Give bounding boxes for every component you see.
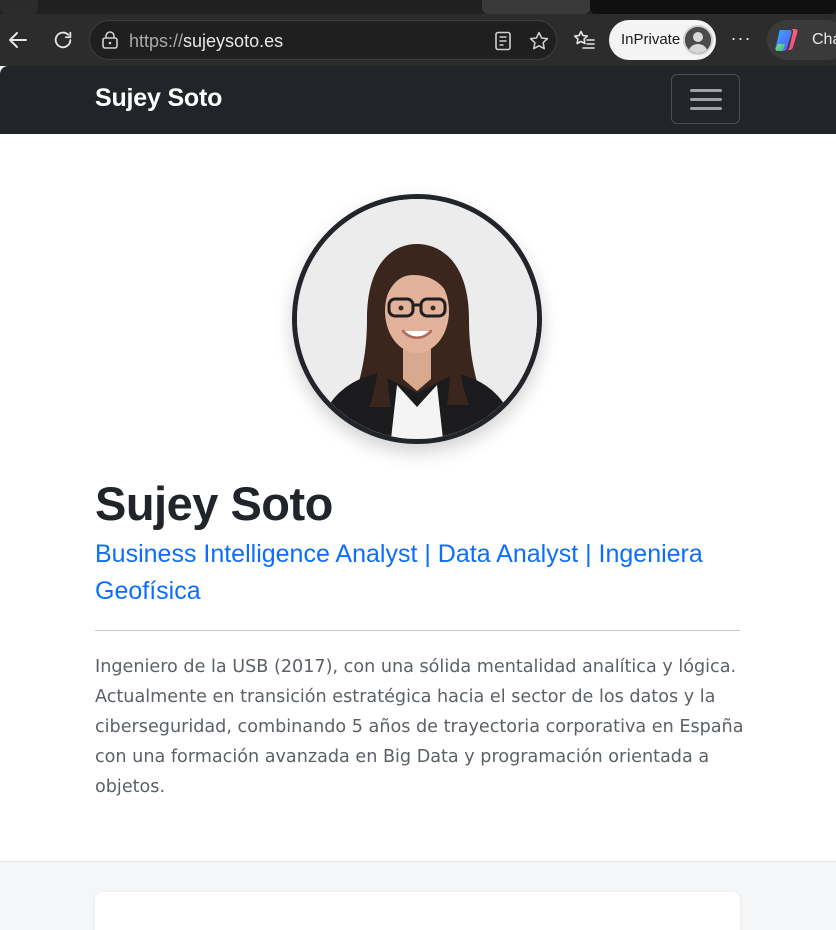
address-url[interactable]: https://sujeysoto.es — [129, 31, 283, 52]
refresh-icon[interactable] — [49, 26, 77, 54]
reader-mode-icon[interactable] — [494, 31, 512, 51]
address-bar[interactable]: https://sujeysoto.es — [89, 20, 557, 60]
copilot-logo-icon — [774, 26, 802, 54]
bio-line: Actualmente en transición estratégica ha… — [95, 687, 716, 707]
navbar-brand[interactable]: Sujey Soto — [95, 84, 222, 113]
hero-name: Sujey Soto — [95, 477, 333, 530]
favorites-list-icon[interactable] — [570, 26, 598, 54]
copilot-button[interactable]: Cha — [767, 20, 836, 60]
url-protocol: https:// — [129, 31, 184, 51]
bio-line: Ingeniero de la USB (2017), con una sóli… — [95, 657, 737, 677]
hero-section: Sujey Soto Business Intelligence Analyst… — [0, 134, 836, 861]
section-card — [95, 892, 740, 930]
hamburger-menu-icon[interactable] — [671, 74, 740, 124]
lock-icon[interactable] — [101, 31, 119, 49]
hero-role-line: Business Intelligence Analyst | Data Ana… — [95, 540, 703, 568]
more-options-icon[interactable]: ··· — [730, 26, 752, 54]
browser-tab-strip — [0, 0, 836, 14]
hamburger-bar — [690, 107, 722, 110]
bio-line: objetos. — [95, 777, 166, 797]
profile-photo — [292, 194, 542, 444]
back-arrow-icon[interactable] — [4, 26, 32, 54]
hero-bio: Ingeniero de la USB (2017), con una sóli… — [95, 652, 745, 802]
bio-line: con una formación avanzada en Big Data y… — [95, 747, 710, 767]
url-host: sujeysoto.es — [183, 31, 284, 51]
hamburger-bar — [690, 89, 722, 92]
browser-toolbar: https://sujeysoto.es InPrivate ··· Ch — [0, 14, 836, 66]
favorite-star-icon[interactable] — [528, 30, 550, 52]
hero-role: Business Intelligence Analyst | Data Ana… — [95, 536, 745, 610]
next-section — [0, 861, 836, 930]
inprivate-label: InPrivate — [621, 31, 681, 48]
hero-role-line: Geofísica — [95, 577, 201, 605]
copilot-label: Cha — [812, 31, 836, 48]
inprivate-button[interactable]: InPrivate — [609, 20, 716, 60]
browser-tab-active[interactable] — [590, 0, 836, 14]
bio-line: ciberseguridad, combinando 5 años de tra… — [95, 717, 744, 737]
profile-avatar-icon — [683, 25, 713, 55]
browser-tab[interactable] — [0, 0, 38, 14]
hamburger-bar — [690, 98, 722, 101]
site-navbar: Sujey Soto — [0, 66, 836, 134]
browser-tab[interactable] — [482, 0, 590, 14]
hero-divider — [95, 630, 740, 631]
